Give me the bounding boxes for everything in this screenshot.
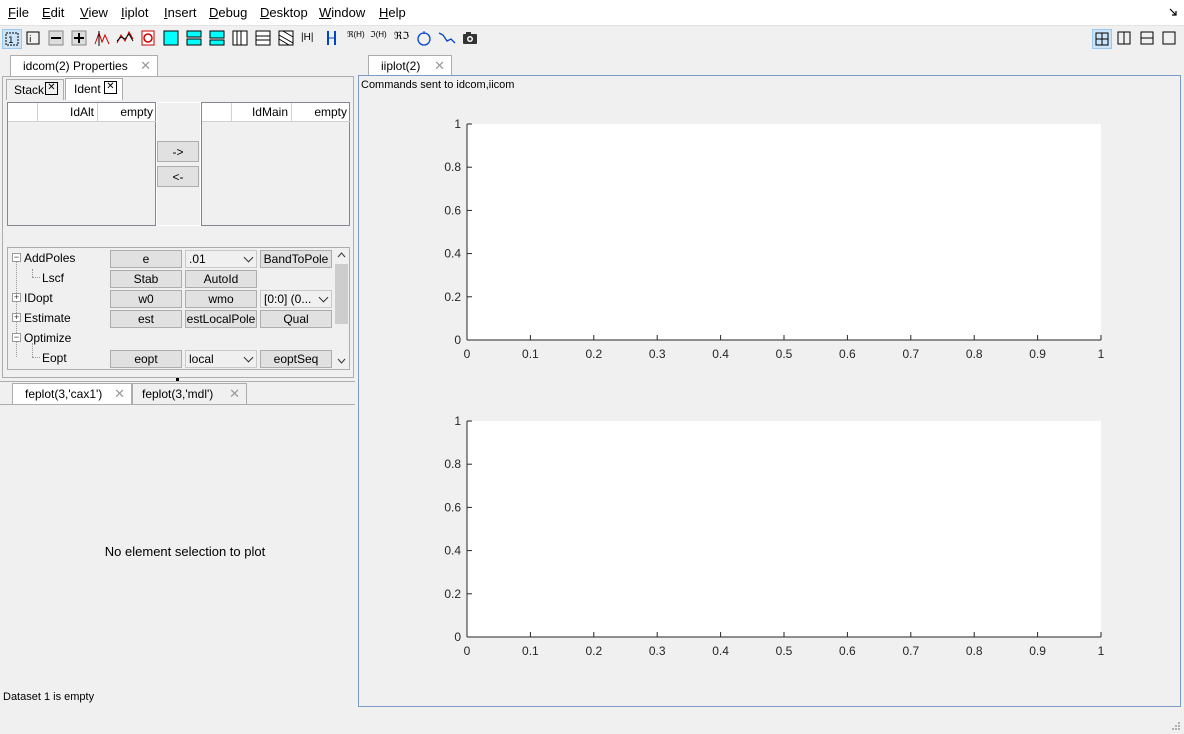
axes-1-x-tick-label: 0.4	[712, 347, 729, 361]
axes-1-x-tick-label: 0.1	[522, 347, 539, 361]
axes-2-x-tick-label: 0.2	[585, 644, 602, 658]
axes-2-x-tick-label: 0.9	[1029, 644, 1046, 658]
axes-2-y-tick-label: 0.6	[444, 500, 461, 514]
axes-2-x-tick-label: 0.6	[839, 644, 856, 658]
axes-2-x-tick-label: 0.7	[902, 644, 919, 658]
axes-2-y-tick-label: 0	[454, 630, 461, 644]
axes-1-y-tick-label: 0.6	[444, 203, 461, 217]
axes-2-background	[467, 421, 1101, 637]
axes-2-x-tick-label: 0.8	[966, 644, 983, 658]
axes-1-background	[467, 124, 1101, 340]
plot-canvas: 0 0.2 0.4 0.6 0.8 1 0 0.1 0.2 0.3 0.4 0.5 0.6 0.7 0.8 0…	[444, 117, 1105, 658]
axes-2-x-tick-label: 0.5	[776, 644, 793, 658]
resize-grip-icon[interactable]	[1170, 720, 1182, 732]
axes-1-x-tick-label: 0.5	[776, 347, 793, 361]
axes-1-y-tick-label: 0.4	[444, 247, 461, 261]
axes-2-x-tick-label: 0.4	[712, 644, 729, 658]
axes-2-y-tick-label: 0.2	[444, 587, 461, 601]
axes-1-x-tick-label: 0	[464, 347, 471, 361]
axes-1-x-tick-label: 0.8	[966, 347, 983, 361]
axes-1-y-tick-label: 1	[454, 117, 461, 131]
axes-2-y-tick-label: 1	[454, 414, 461, 428]
axes-1-y-tick-label: 0.2	[444, 290, 461, 304]
axes-1-x-tick-label: 0.6	[839, 347, 856, 361]
axes-1-x-tick-label: 0.9	[1029, 347, 1046, 361]
axes-2-x-tick-label: 1	[1098, 644, 1105, 658]
axes-1-x-tick-label: 0.2	[585, 347, 602, 361]
axes-2-x-tick-label: 0.3	[649, 644, 666, 658]
axes-1-y-tick-label: 0.8	[444, 160, 461, 174]
axes-1-x-tick-label: 0.7	[902, 347, 919, 361]
axes-2-x-tick-label: 0	[464, 644, 471, 658]
axes-2-y-tick-label: 0.8	[444, 457, 461, 471]
axes-1-x-tick-label: 1	[1098, 347, 1105, 361]
axes-1-x-tick-label: 0.3	[649, 347, 666, 361]
axes-2-y-tick-label: 0.4	[444, 544, 461, 558]
axes-2-x-tick-label: 0.1	[522, 644, 539, 658]
axes-1-y-tick-label: 0	[454, 333, 461, 347]
